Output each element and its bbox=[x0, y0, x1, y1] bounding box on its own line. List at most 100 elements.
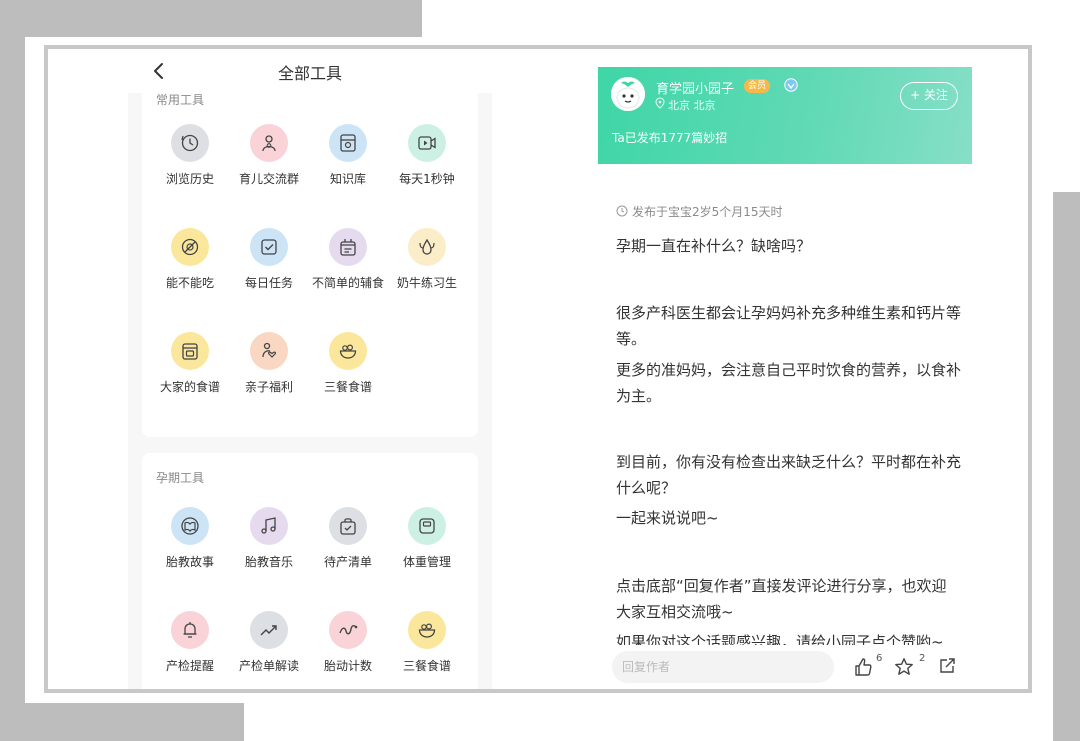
post-paragraph: 很多产科医生都会让孕妈妈补充多种维生素和钙片等等。 bbox=[616, 304, 962, 348]
tool-item[interactable]: 奶牛练习生 bbox=[385, 228, 469, 291]
follow-button[interactable]: + 关注 bbox=[900, 82, 958, 110]
location-pin-icon bbox=[655, 97, 665, 109]
tool-item[interactable]: 待产清单 bbox=[306, 507, 390, 570]
tool-item[interactable]: 胎动计数 bbox=[306, 611, 390, 674]
star-count: 2 bbox=[919, 653, 926, 664]
tool-item[interactable]: 育儿交流群 bbox=[227, 124, 311, 187]
reply-input[interactable]: 回复作者 bbox=[612, 651, 834, 683]
tool-label: 体重管理 bbox=[402, 555, 451, 569]
author-name[interactable]: 育学园小园子 bbox=[656, 78, 734, 97]
tool-icon-circle bbox=[329, 332, 367, 370]
tool-item[interactable]: 胎教故事 bbox=[148, 507, 232, 570]
mascot-avatar-icon bbox=[611, 77, 645, 111]
bell-icon bbox=[183, 622, 197, 638]
tool-label: 胎教音乐 bbox=[244, 555, 293, 569]
decor-block bbox=[0, 0, 25, 703]
author-post-count: Ta已发布1777篇妙招 bbox=[612, 131, 728, 145]
tool-label: 知识库 bbox=[329, 172, 366, 186]
screenshot-stage: 全部工具 常用工具 浏览历史 育儿交流群 知识库 每天1秒钟能不能吃 每日任务 不简单的辅… bbox=[0, 0, 1080, 741]
clock-icon bbox=[616, 205, 628, 217]
tool-item[interactable]: 每天1秒钟 bbox=[385, 124, 469, 187]
tool-item[interactable]: 不简单的辅食 bbox=[306, 228, 390, 291]
tool-item[interactable]: 产检提醒 bbox=[148, 611, 232, 674]
tool-icon-circle bbox=[408, 611, 446, 649]
tool-label: 待产清单 bbox=[323, 555, 372, 569]
tool-item[interactable]: 胎教音乐 bbox=[227, 507, 311, 570]
tool-icon-circle bbox=[250, 124, 288, 162]
tool-item[interactable]: 知识库 bbox=[306, 124, 390, 187]
tool-label: 胎动计数 bbox=[323, 659, 372, 673]
level-badge-icon bbox=[784, 78, 798, 92]
share-icon[interactable] bbox=[938, 657, 956, 675]
post-paragraph: 点击底部“回复作者”直接发评论进行分享，也欢迎大家互相交流哦~ bbox=[616, 577, 947, 621]
tool-item[interactable]: 能不能吃 bbox=[148, 228, 232, 291]
tool-item[interactable]: 每日任务 bbox=[227, 228, 311, 291]
task-check-icon bbox=[261, 239, 277, 255]
history-icon bbox=[181, 134, 199, 152]
tool-label: 每天1秒钟 bbox=[399, 172, 455, 186]
tool-label: 奶牛练习生 bbox=[396, 276, 457, 290]
post-paragraph: 孕期一直在补什么？缺啥吗？ bbox=[616, 237, 812, 255]
tool-icon-circle bbox=[171, 332, 209, 370]
thumbs-up-icon[interactable] bbox=[853, 657, 873, 677]
tool-icon-circle bbox=[329, 228, 367, 266]
post-paragraph: 更多的准妈妈，会注意自己平时饮食的营养，以食补为主。 bbox=[616, 361, 962, 405]
tool-label: 大家的食谱 bbox=[159, 380, 220, 394]
collage-frame: 全部工具 常用工具 浏览历史 育儿交流群 知识库 每天1秒钟能不能吃 每日任务 不简单的辅… bbox=[44, 45, 1032, 693]
tool-item[interactable]: 大家的食谱 bbox=[148, 332, 232, 395]
tool-item[interactable]: 体重管理 bbox=[385, 507, 469, 570]
tool-label: 浏览历史 bbox=[165, 172, 214, 186]
video-icon bbox=[418, 136, 436, 150]
tool-icon-circle bbox=[329, 124, 367, 162]
author-location: 北京 北京 bbox=[668, 99, 716, 112]
tool-item[interactable]: 亲子福利 bbox=[227, 332, 311, 395]
author-banner: 育学园小园子 会员 北京 北京 + 关注 Ta已发布1777篇妙招 bbox=[598, 67, 972, 164]
page-title: 全部工具 bbox=[277, 64, 342, 83]
baby-food-icon bbox=[340, 239, 356, 256]
post-paragraph: 到目前，你有没有检查出来缺乏什么？平时都在补充什么呢？ bbox=[616, 453, 962, 497]
decor-block bbox=[0, 703, 244, 741]
article-action-bar: 回复作者 6 2 bbox=[598, 645, 974, 689]
music-note-icon bbox=[261, 517, 276, 534]
tool-icon-circle bbox=[250, 507, 288, 545]
tool-label: 每日任务 bbox=[244, 276, 293, 290]
tool-icon-circle bbox=[171, 124, 209, 162]
tool-item[interactable]: 三餐食谱 bbox=[385, 611, 469, 674]
common-tools-card: 常用工具 浏览历史 育儿交流群 知识库 每天1秒钟能不能吃 每日任务 不简单的辅食 奶牛练习… bbox=[142, 83, 478, 437]
tool-icon-circle bbox=[408, 124, 446, 162]
tool-label: 亲子福利 bbox=[244, 380, 293, 394]
tool-icon-circle bbox=[171, 228, 209, 266]
vip-badge: 会员 bbox=[744, 79, 771, 93]
section-title: 孕期工具 bbox=[156, 471, 205, 485]
tool-item[interactable]: 浏览历史 bbox=[148, 124, 232, 187]
post-timestamp: 发布于宝宝2岁5个月15天时 bbox=[632, 205, 783, 219]
post-paragraph: 一起来说说吧~ bbox=[616, 509, 719, 527]
tool-item[interactable]: 三餐食谱 bbox=[306, 332, 390, 395]
tool-icon-circle bbox=[329, 507, 367, 545]
tool-label: 产检提醒 bbox=[165, 659, 214, 673]
tool-icon-circle bbox=[329, 611, 367, 649]
knowledge-base-icon bbox=[340, 134, 356, 152]
article-screen: 育学园小园子 会员 北京 北京 + 关注 Ta已发布1777篇妙招 发布于宝宝2… bbox=[598, 67, 974, 689]
decor-block bbox=[1053, 192, 1080, 741]
gift-icon bbox=[262, 342, 276, 358]
scale-icon bbox=[419, 518, 435, 534]
tool-icon-circle bbox=[250, 332, 288, 370]
parenting-group-icon bbox=[262, 135, 276, 152]
food-check-icon bbox=[181, 238, 199, 256]
decor-block bbox=[0, 0, 422, 37]
tool-icon-circle bbox=[408, 507, 446, 545]
tool-icon-circle bbox=[408, 228, 446, 266]
section-title: 常用工具 bbox=[156, 93, 205, 107]
tool-icon-circle bbox=[171, 507, 209, 545]
tool-label: 三餐食谱 bbox=[402, 659, 451, 673]
tool-item[interactable]: 产检单解读 bbox=[227, 611, 311, 674]
like-count: 6 bbox=[876, 653, 883, 664]
avatar[interactable] bbox=[611, 77, 645, 111]
milk-drop-icon bbox=[419, 238, 435, 255]
story-book-icon bbox=[181, 517, 199, 535]
meal-bowl-icon bbox=[339, 344, 357, 359]
recipe-icon bbox=[182, 343, 198, 360]
tool-label: 产检单解读 bbox=[238, 659, 299, 673]
star-icon[interactable] bbox=[894, 657, 914, 677]
